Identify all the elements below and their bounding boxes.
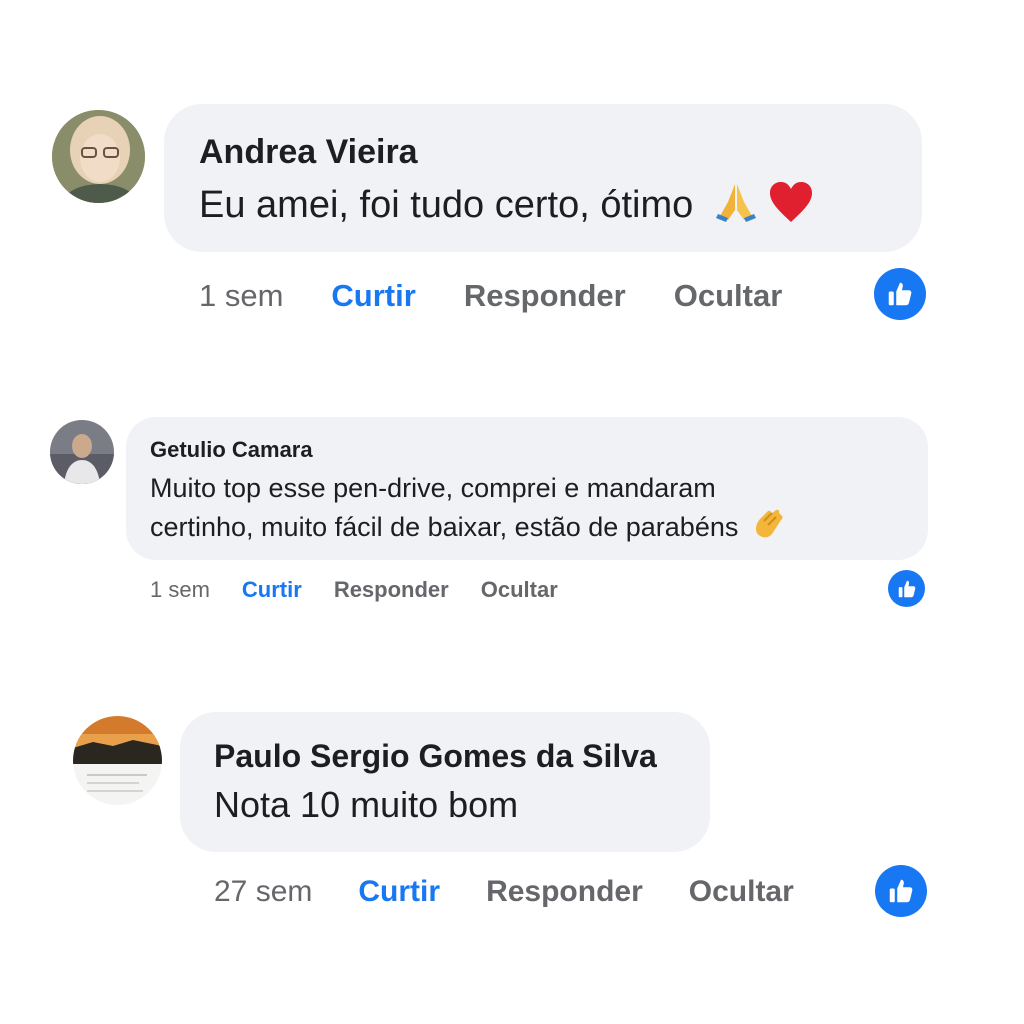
comment-timestamp[interactable]: 1 sem bbox=[150, 577, 210, 603]
reply-button[interactable]: Responder bbox=[486, 875, 643, 909]
comment-timestamp[interactable]: 1 sem bbox=[199, 278, 283, 314]
comment-actions: 1 sem Curtir Responder Ocultar bbox=[199, 276, 782, 316]
like-button[interactable]: Curtir bbox=[358, 875, 440, 909]
like-button[interactable]: Curtir bbox=[331, 278, 415, 314]
hide-button[interactable]: Ocultar bbox=[674, 278, 783, 314]
comment-text-line: Muito top esse pen-drive, comprei e mand… bbox=[150, 473, 716, 503]
comment-author[interactable]: Getulio Camara bbox=[150, 437, 313, 463]
comment-timestamp[interactable]: 27 sem bbox=[214, 875, 312, 909]
avatar-photo bbox=[50, 420, 114, 484]
folded-hands-emoji bbox=[714, 180, 758, 234]
avatar[interactable] bbox=[73, 716, 162, 805]
reply-button[interactable]: Responder bbox=[334, 577, 449, 603]
comment-actions: 1 sem Curtir Responder Ocultar bbox=[150, 575, 558, 605]
avatar[interactable] bbox=[52, 110, 145, 203]
comment-author[interactable]: Paulo Sergio Gomes da Silva bbox=[214, 738, 657, 775]
comment-text-line-2: certinho, muito fácil de baixar, estão d… bbox=[150, 507, 786, 551]
like-reaction-icon[interactable] bbox=[875, 865, 927, 917]
red-heart-emoji bbox=[768, 180, 814, 234]
comment-text: Nota 10 muito bom bbox=[214, 784, 519, 825]
clapping-hands-emoji bbox=[752, 507, 786, 551]
avatar[interactable] bbox=[50, 420, 114, 484]
avatar-photo bbox=[52, 110, 145, 203]
hide-button[interactable]: Ocultar bbox=[481, 577, 558, 603]
comment-author[interactable]: Andrea Vieira bbox=[199, 133, 418, 172]
like-reaction-icon[interactable] bbox=[888, 570, 925, 607]
avatar-photo bbox=[73, 716, 162, 805]
reply-button[interactable]: Responder bbox=[464, 278, 626, 314]
like-reaction-icon[interactable] bbox=[874, 268, 926, 320]
comment-text: Muito top esse pen-drive, comprei e mand… bbox=[150, 469, 786, 551]
like-button[interactable]: Curtir bbox=[242, 577, 302, 603]
comment-text-content: certinho, muito fácil de baixar, estão d… bbox=[150, 512, 739, 543]
comment-text-content: Eu amei, foi tudo certo, ótimo bbox=[199, 184, 694, 227]
comment-actions: 27 sem Curtir Responder Ocultar bbox=[214, 872, 794, 912]
comment-bubble bbox=[180, 712, 710, 852]
hide-button[interactable]: Ocultar bbox=[689, 875, 794, 909]
comment-text: Eu amei, foi tudo certo, ótimo bbox=[199, 180, 814, 234]
